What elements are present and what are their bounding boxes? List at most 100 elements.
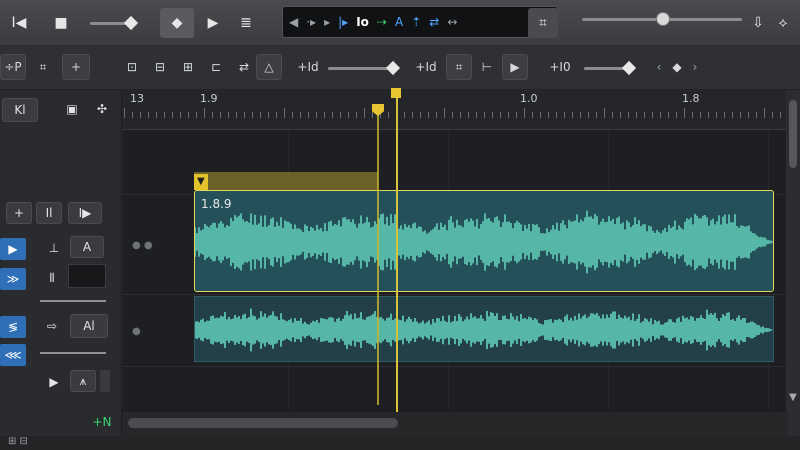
track2-volume-slider[interactable] [40,352,106,354]
mini-scroll[interactable] [100,370,110,392]
cycle-region[interactable] [194,172,378,190]
ruler-tick [212,112,213,118]
track1-solo-icon[interactable]: ≫ [0,268,26,290]
track1-eq-icon[interactable]: ⫴ [40,268,64,288]
ruler-tick [164,112,165,118]
lcd-item: ▸ [324,15,331,29]
lcd-item: A [394,15,404,29]
mode-button[interactable]: ÷P [0,54,26,80]
secondary-playhead[interactable] [377,105,379,405]
chevron-left-icon[interactable]: ‹ [652,54,666,80]
ruler-tick [236,112,237,118]
zoom-slider-track[interactable] [328,67,394,70]
track1-mute-icon[interactable]: ▶ [0,238,26,260]
ruler-label: 13 [130,92,144,105]
link-button[interactable]: Il [36,202,62,224]
ruler-tick [460,112,461,118]
ruler-tick [268,112,269,118]
ruler-tick [348,112,349,118]
play-button[interactable]: ▶ [198,8,228,38]
ruler-tick [220,112,221,118]
ruler-tick [772,112,773,118]
track1-dots: ● ● [132,240,153,251]
edit-toolbar: ÷P ⌗ + ⊡ ⊟ ⊞ ⊏ ⇄ △ +Id +Id ⌗ ⊢ ▶ +I0 ‹ ◆… [0,46,800,90]
bounce-icon[interactable]: ⇄ [232,54,256,80]
add-automation-button[interactable]: +N [86,414,118,430]
waveform-1 [195,210,773,274]
audio-region-2[interactable] [194,296,774,362]
ruler-tick [148,112,149,118]
master-slider-knob[interactable] [656,12,670,26]
ruler-tick [628,112,629,118]
ruler-tick [572,112,573,118]
ruler-tick [500,112,501,118]
loop-icon[interactable]: ⊏ [204,54,228,80]
zoom-slider-knob[interactable] [385,60,401,76]
ruler-tick [516,112,517,118]
playhead[interactable] [396,90,398,412]
settings-icon[interactable]: ⟡ [770,8,796,38]
add-tool[interactable]: + [62,54,90,80]
waveform-2 [195,308,773,352]
bottom-left-icons[interactable]: ⊞ ⊟ [8,436,28,447]
track1-input-field[interactable]: A [70,236,104,258]
volume-slider-knob[interactable] [123,15,139,31]
cycle-button[interactable]: ◆ [160,8,194,38]
scroll-down-icon[interactable]: ▼ [786,392,800,406]
marquee-tool[interactable]: ⌗ [30,54,56,80]
lane-divider [122,294,788,295]
ruler-tick [484,112,485,118]
track2-route-icon[interactable]: ⇨ [40,316,64,336]
grid-icon[interactable]: ⌗ [528,8,558,38]
add-track-button[interactable]: + [6,202,32,224]
lcd-display[interactable]: ◀ ·▸ ▸ |▸ Io ⇢ A ⇡ ⇄ ↔ [282,6,558,38]
ruler-tick [508,112,509,118]
horizontal-scroll-thumb[interactable] [128,418,398,428]
skip-back-icon[interactable]: I◀ [6,8,32,38]
quantize-icon[interactable]: ⊡ [120,54,144,80]
timeline-ruler[interactable]: 13 1.9 1.0 1.8 [122,90,788,130]
lcd-item: ⇡ [411,15,422,29]
height-label: +I0 [549,60,571,74]
ruler-tick [764,108,765,118]
vertical-scroll-thumb[interactable] [789,100,797,168]
lane-divider [122,366,788,367]
ruler-tick [300,112,301,118]
ruler-tick [564,112,565,118]
stop-button[interactable]: ■ [46,8,76,38]
ruler-tick [196,112,197,118]
track-name-field[interactable]: Kl [2,98,38,122]
track1-volume-slider[interactable] [40,300,106,302]
diamond-icon[interactable]: ◆ [668,54,686,80]
ruler-tick [452,112,453,118]
ruler-tick [284,108,285,118]
ruler-tick [732,112,733,118]
track2-mute-icon[interactable]: ≶ [0,316,26,338]
ruler-label: 1.0 [520,92,538,105]
preview-button[interactable]: I▶ [68,202,102,224]
snap-button[interactable]: ⊢ [474,54,500,80]
trim-icon[interactable]: ⊟ [148,54,172,80]
track2-input-field[interactable]: Al [70,314,108,338]
ruler-tick [412,112,413,118]
tune-icon[interactable]: ✣ [90,98,114,120]
audio-region-1[interactable]: 1.8.9 [194,190,774,292]
height-slider-knob[interactable] [621,60,637,76]
track2-solo-icon[interactable]: ⋘ [0,344,26,366]
ruler-tick [708,112,709,118]
grid-toggle-button[interactable]: ⌗ [446,54,472,80]
ruler-tick [316,112,317,118]
ruler-tick [252,112,253,118]
automation-icon[interactable]: ⩚ [70,370,96,392]
fade-icon[interactable]: ⊞ [176,54,200,80]
flatten-icon[interactable]: △ [256,54,282,80]
track1-split-icon[interactable]: ⊥ [44,238,64,258]
export-icon[interactable]: ⇩ [748,8,768,38]
playthrough-button[interactable]: ▶ [502,54,528,80]
inspector-icon[interactable]: ▣ [62,98,82,120]
metronome-icon[interactable]: ≣ [232,8,260,38]
playhead-cap[interactable] [391,88,401,98]
ruler-tick [324,112,325,118]
chevron-right-icon[interactable]: › [688,54,702,80]
play-small-icon[interactable]: ▶ [44,372,64,392]
